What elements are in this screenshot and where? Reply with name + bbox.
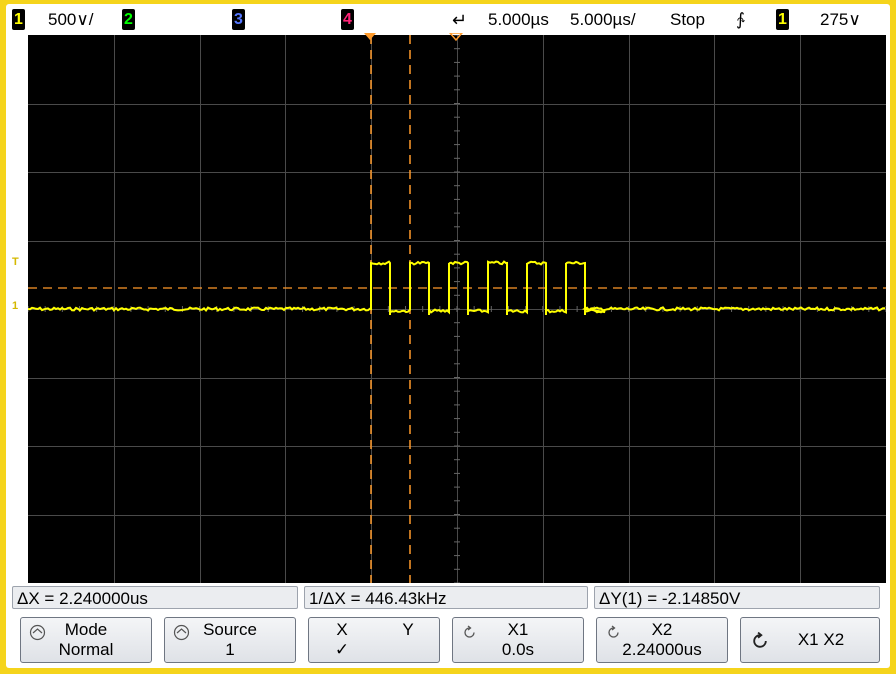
source-value: 1 [225,640,235,659]
x-selected-check-icon: ✓ [334,640,350,659]
trigger-time-marker [449,33,463,42]
mode-softkey[interactable]: Mode Normal [20,617,152,663]
status-bar: 1 500∨/ 2 3 4 ↵ 5.000µs 5.000µs/ Stop ∱ … [8,6,888,34]
trigger-source: 1 [776,9,789,30]
trigger-level: 275∨ [820,10,861,29]
x2-label: X2 [651,620,673,639]
x2-softkey[interactable]: X2 2.24000us [596,617,728,663]
mode-label: Mode [64,620,108,639]
waveform-display [28,35,886,583]
waveform-svg [28,35,886,583]
x1-softkey[interactable]: X1 0.0s [452,617,584,663]
delta-x-readout: ΔX = 2.240000us [12,586,298,609]
delta-y-readout: ΔY(1) = -2.14850V [594,586,880,609]
ch2-indicator[interactable]: 2 [122,9,135,30]
x2-value: 2.24000us [622,640,702,659]
trigger-level-marker: T [12,256,19,268]
source-softkey[interactable]: Source 1 [164,617,296,663]
trigger-slope-icon: ∱ [736,10,745,29]
x1x2-softkey[interactable]: X1 X2 [740,617,880,663]
timebase: 5.000µs/ [570,10,636,29]
ch4-indicator[interactable]: 4 [341,9,354,30]
ch3-indicator[interactable]: 3 [232,9,245,30]
y-option: Y [402,620,414,639]
x1x2-label: X1 X2 [797,630,845,649]
ch1-ground-marker: 1 [12,300,19,312]
ch1-scale: 500∨/ [48,10,94,29]
x-option: X [336,620,348,639]
x1-label: X1 [507,620,529,639]
trigger-delay: 5.000µs [488,10,549,29]
cursor-x1-marker[interactable] [360,33,380,43]
source-label: Source [203,620,257,639]
mode-value: Normal [58,640,114,659]
run-state: Stop [670,10,705,29]
inverse-delta-x-readout: 1/ΔX = 446.43kHz [304,586,588,609]
ch1-indicator[interactable]: 1 [12,9,25,30]
xy-softkey[interactable]: X Y ✓ [308,617,440,663]
x1-value: 0.0s [501,640,535,659]
trigger-position-icon: ↵ [452,10,468,30]
